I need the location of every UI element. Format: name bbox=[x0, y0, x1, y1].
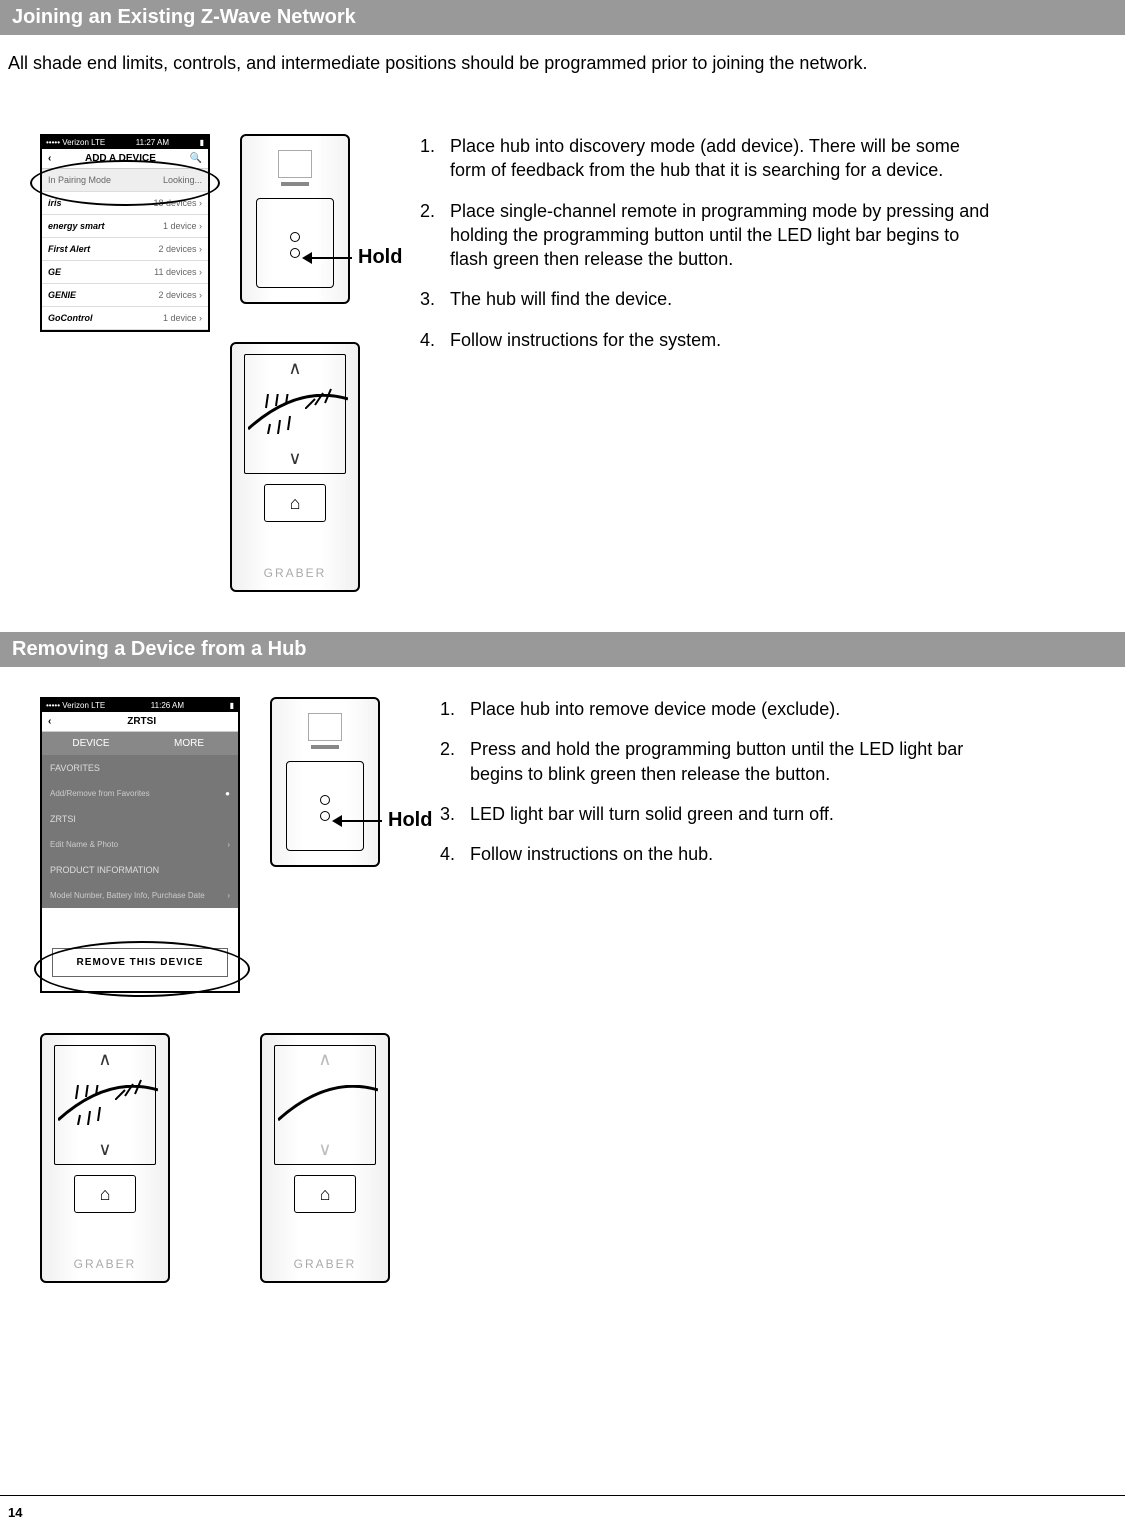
section-header-joining: Joining an Existing Z-Wave Network bbox=[0, 0, 1125, 35]
remote-brand-label: GRABER bbox=[42, 1257, 168, 1271]
phone-carrier: ••••• Verizon LTE bbox=[46, 138, 105, 147]
remote-button-1 bbox=[320, 795, 330, 805]
zrtsi-label: ZRTSI bbox=[50, 814, 76, 824]
remote-programming-button bbox=[320, 811, 330, 821]
brand-row: GoControl bbox=[48, 313, 93, 323]
phone-battery-icon: ▮ bbox=[230, 701, 234, 710]
step-item: The hub will find the device. bbox=[440, 287, 1000, 311]
zrtsi-sub: Edit Name & Photo bbox=[50, 840, 118, 849]
phone-battery-icon: ▮ bbox=[200, 138, 204, 147]
product-info-label: PRODUCT INFORMATION bbox=[50, 865, 159, 875]
intro-text: All shade end limits, controls, and inte… bbox=[8, 53, 1125, 74]
step-item: Press and hold the programming button un… bbox=[460, 737, 1020, 786]
chevron-right-icon: › bbox=[227, 840, 230, 849]
bottom-remotes-row: ∧ ∨ ⌂ GRABER ∧ ∨ ⌂ GRABER bbox=[40, 1033, 1125, 1283]
home-button: ⌂ bbox=[74, 1175, 136, 1213]
remote-top-button bbox=[278, 150, 312, 178]
remote-programming-button bbox=[290, 248, 300, 258]
remote-brand-label: GRABER bbox=[262, 1257, 388, 1271]
device-count: 1 device › bbox=[163, 313, 202, 323]
hold-arrow: Hold bbox=[302, 246, 402, 269]
section2-steps: Place hub into remove device mode (exclu… bbox=[460, 697, 1020, 882]
remote-top-button bbox=[308, 713, 342, 741]
chevron-down-icon: ∨ bbox=[98, 1139, 111, 1160]
chevron-up-icon: ∧ bbox=[318, 1049, 331, 1070]
back-icon: ‹ bbox=[48, 716, 51, 727]
swoosh-icon bbox=[278, 1085, 372, 1125]
check-icon: ● bbox=[225, 789, 230, 798]
phone-time: 11:26 AM bbox=[151, 701, 184, 710]
device-count: 11 devices › bbox=[154, 267, 202, 277]
swoosh-icon bbox=[58, 1085, 152, 1125]
hold-label: Hold bbox=[388, 809, 432, 832]
section2-content: ••••• Verizon LTE 11:26 AM ▮ ‹ ZRTSI DEV… bbox=[0, 697, 1125, 993]
home-button: ⌂ bbox=[294, 1175, 356, 1213]
section-header-removing: Removing a Device from a Hub bbox=[0, 632, 1125, 667]
home-button: ⌂ bbox=[264, 484, 326, 522]
chevron-up-icon: ∧ bbox=[98, 1049, 111, 1070]
device-count: 1 device › bbox=[163, 221, 202, 231]
device-count: 2 devices › bbox=[158, 244, 202, 254]
highlight-circle bbox=[30, 160, 220, 206]
phone-remove-device: ••••• Verizon LTE 11:26 AM ▮ ‹ ZRTSI DEV… bbox=[40, 697, 240, 993]
page-number: 14 bbox=[8, 1505, 22, 1520]
phone-add-device: ••••• Verizon LTE 11:27 AM ▮ ‹ ADD A DEV… bbox=[40, 134, 210, 332]
chevron-right-icon: › bbox=[227, 891, 230, 900]
step-item: Follow instructions on the hub. bbox=[460, 842, 1020, 866]
remote-small-hold-2: Hold bbox=[270, 697, 380, 867]
step-item: Place single-channel remote in programmi… bbox=[440, 199, 1000, 272]
highlight-circle bbox=[34, 941, 250, 997]
remote-large-idle: ∧ ∨ ⌂ GRABER bbox=[260, 1033, 390, 1283]
step-item: Place hub into discovery mode (add devic… bbox=[440, 134, 1000, 183]
phone-time: 11:27 AM bbox=[136, 138, 169, 147]
brand-row: energy smart bbox=[48, 221, 105, 231]
remote-led-bar bbox=[281, 182, 309, 186]
brand-row: GE bbox=[48, 267, 61, 277]
brand-row: GENIE bbox=[48, 290, 76, 300]
chevron-down-icon: ∨ bbox=[288, 448, 301, 469]
hold-arrow: Hold bbox=[332, 809, 432, 832]
brand-row: First Alert bbox=[48, 244, 90, 254]
phone-title: ZRTSI bbox=[127, 716, 156, 727]
step-item: Place hub into remove device mode (exclu… bbox=[460, 697, 1020, 721]
back-icon: ‹ bbox=[48, 153, 51, 164]
step-item: LED light bar will turn solid green and … bbox=[460, 802, 1020, 826]
footer-rule bbox=[0, 1495, 1125, 1496]
remote-brand-label: GRABER bbox=[232, 566, 358, 580]
remote-button-1 bbox=[290, 232, 300, 242]
remote-small-hold: Hold bbox=[240, 134, 350, 304]
device-tab: DEVICE bbox=[42, 732, 140, 755]
favorites-sub: Add/Remove from Favorites bbox=[50, 789, 150, 798]
phone-carrier: ••••• Verizon LTE bbox=[46, 701, 105, 710]
remote-led-bar bbox=[311, 745, 339, 749]
more-tab: MORE bbox=[140, 732, 238, 755]
device-count: 2 devices › bbox=[158, 290, 202, 300]
chevron-up-icon: ∧ bbox=[288, 358, 301, 379]
remote-large-flashing-2: ∧ ∨ ⌂ GRABER bbox=[40, 1033, 170, 1283]
search-icon: 🔍 bbox=[190, 153, 202, 164]
product-info-sub: Model Number, Battery Info, Purchase Dat… bbox=[50, 891, 205, 900]
swoosh-icon bbox=[248, 394, 342, 434]
section1-steps: Place hub into discovery mode (add devic… bbox=[440, 134, 1000, 368]
hold-label: Hold bbox=[358, 246, 402, 269]
section1-content: ••••• Verizon LTE 11:27 AM ▮ ‹ ADD A DEV… bbox=[0, 134, 1125, 592]
remote-panel bbox=[256, 198, 334, 288]
step-item: Follow instructions for the system. bbox=[440, 328, 1000, 352]
favorites-label: FAVORITES bbox=[50, 763, 100, 773]
remote-panel bbox=[286, 761, 364, 851]
remote-large-flashing: ∧ ∨ ⌂ GRABER bbox=[230, 342, 360, 592]
chevron-down-icon: ∨ bbox=[318, 1139, 331, 1160]
